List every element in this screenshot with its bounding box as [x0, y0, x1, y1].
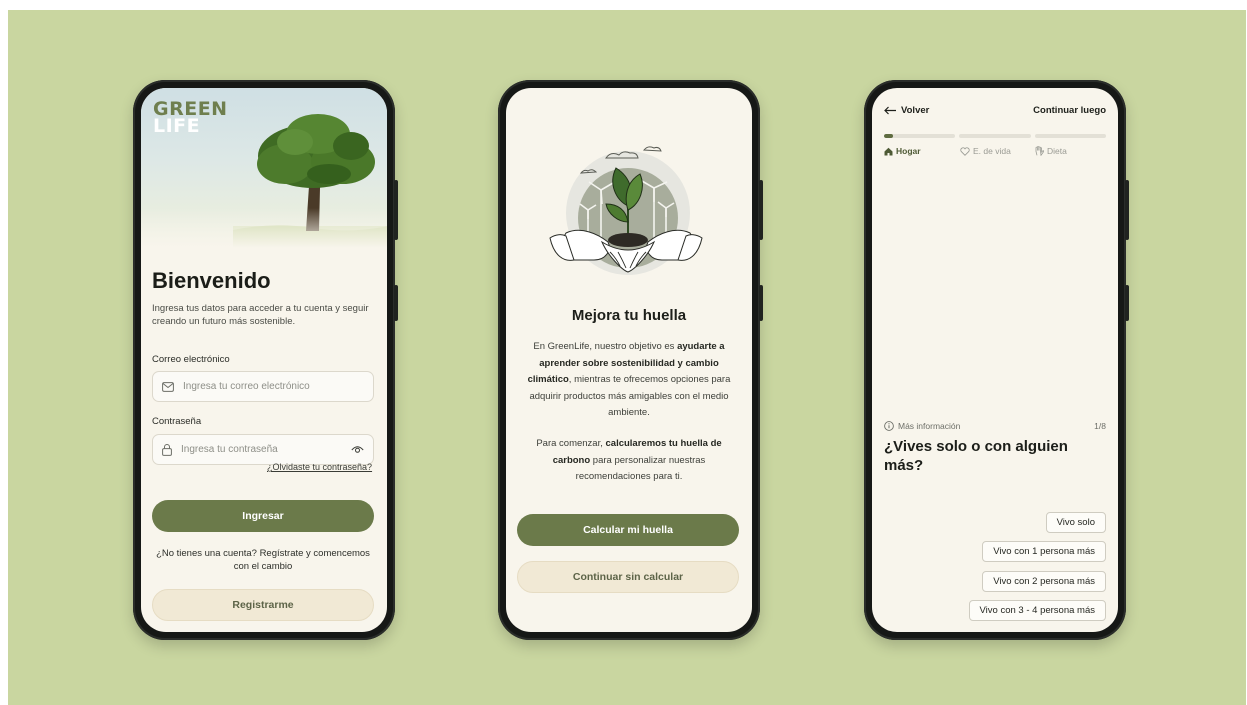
no-account-text: ¿No tienes una cuenta? Regístrate y come… [156, 548, 370, 572]
calculate-footprint-button[interactable]: Calcular mi huella [517, 514, 739, 546]
password-field[interactable]: Ingresa tu contraseña [152, 434, 374, 465]
eye-icon[interactable] [351, 445, 364, 454]
phone-side-button [1125, 285, 1129, 321]
phone-side-button [394, 180, 398, 240]
email-field[interactable]: Ingresa tu correo electrónico [152, 371, 374, 402]
step-dieta[interactable]: Dieta [1035, 146, 1067, 156]
register-button[interactable]: Registrarme [152, 589, 374, 621]
phone-login: GREEN LIFE Bienvenido Ingresa tus datos … [133, 80, 398, 640]
arrow-left-icon [884, 106, 896, 115]
heart-icon [960, 146, 970, 156]
quiz-screen: Volver Continuar luego Hogar E. de vida … [872, 88, 1118, 632]
step-estilo-de-vida[interactable]: E. de vida [960, 146, 1011, 156]
step-hogar[interactable]: Hogar [884, 146, 921, 156]
option-vivo-con-1[interactable]: Vivo con 1 persona más [982, 541, 1106, 562]
page-title: Mejora tu huella [571, 307, 687, 324]
password-label: Contraseña [152, 416, 202, 427]
back-button[interactable]: Volver [884, 105, 929, 116]
page-subtitle: Ingresa tus datos para acceder a tu cuen… [152, 303, 369, 327]
option-vivo-con-2[interactable]: Vivo con 2 persona más [982, 571, 1106, 592]
intro-paragraph-1: En GreenLife, nuestro objetivo es ayudar… [527, 341, 731, 418]
password-placeholder: Ingresa tu contraseña [181, 444, 278, 455]
page-title: Bienvenido [152, 268, 271, 293]
hero-image: GREEN LIFE [141, 88, 387, 248]
top-bar: Volver Continuar luego [884, 105, 1106, 119]
app-logo: GREEN LIFE [153, 98, 228, 137]
phone-side-button [759, 285, 763, 321]
forgot-password-link[interactable]: ¿Olvidaste tu contraseña? [267, 462, 372, 472]
intro-screen: Mejora tu huella En GreenLife, nuestro o… [506, 88, 752, 632]
option-vivo-solo[interactable]: Vivo solo [1045, 512, 1106, 533]
progress-bar [884, 134, 1106, 139]
hand-icon [1035, 146, 1044, 156]
progress-segment [884, 134, 956, 138]
login-button[interactable]: Ingresar [152, 500, 374, 532]
home-icon [884, 147, 893, 155]
continue-later-button[interactable]: Continuar luego [1033, 105, 1106, 116]
hero-fade [141, 208, 387, 248]
phone-quiz: Volver Continuar luego Hogar E. de vida … [864, 80, 1129, 640]
background-canvas: GREEN LIFE Bienvenido Ingresa tus datos … [8, 10, 1246, 705]
login-screen: GREEN LIFE Bienvenido Ingresa tus datos … [141, 88, 387, 632]
mail-icon [162, 381, 174, 392]
question-counter: 1/8 [1094, 421, 1106, 431]
progress-segment [959, 134, 1031, 138]
step-tabs: Hogar E. de vida Dieta [884, 146, 1106, 158]
option-vivo-con-3-4[interactable]: Vivo con 3 - 4 persona más [968, 600, 1106, 621]
email-label: Correo electrónico [152, 354, 230, 365]
plant-hands-illustration [549, 146, 703, 275]
progress-segment [1034, 134, 1106, 138]
progress-fill [884, 134, 893, 138]
more-info-link[interactable]: Más información [884, 421, 960, 431]
continue-without-calculating-button[interactable]: Continuar sin calcular [517, 561, 739, 593]
phone-side-button [394, 285, 398, 321]
question-text: ¿Vives solo o con alguien más? [884, 438, 1068, 474]
phone-intro: Mejora tu huella En GreenLife, nuestro o… [498, 80, 763, 640]
phone-side-button [759, 180, 763, 240]
intro-paragraph-2: Para comenzar, calcularemos tu huella de… [536, 438, 722, 482]
lock-icon [162, 443, 172, 456]
info-icon [884, 421, 894, 431]
email-placeholder: Ingresa tu correo electrónico [183, 381, 310, 392]
phone-side-button [1125, 180, 1129, 240]
